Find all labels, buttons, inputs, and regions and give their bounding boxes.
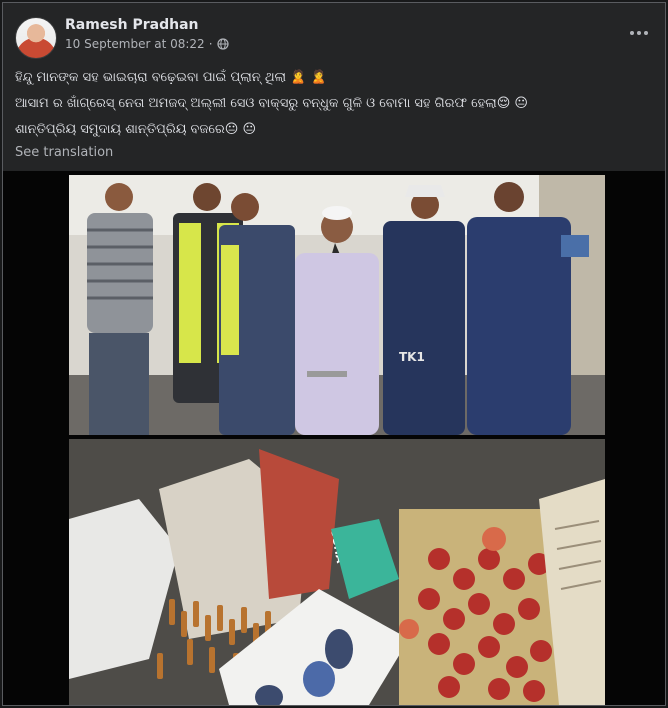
photo-seized-items[interactable]: OSHA xyxy=(69,439,605,705)
post-timestamp[interactable]: 10 September at 08:22 xyxy=(65,37,205,51)
caption-line: ଶାନ୍ତିପ୍ରିୟ ସମୁଦାୟ ଶାନ୍ତିପ୍ରିୟ ବଜରେ😐 😐 xyxy=(15,122,257,137)
caption-line: ଆସାମ ର ଖାଁଗ୍ରେସ୍ ନେତା ଅମଜଦ୍ ଅଲ୍ଲୀ ସେଓ ବା… xyxy=(15,96,528,111)
photo-arrest-group[interactable]: TK1 xyxy=(69,175,605,435)
post-card: Ramesh Pradhan 10 September at 08:22 · ହ… xyxy=(2,2,666,706)
caption-line: ହିନ୍ଦୁ ମାନଙ୍କ ସହ ଭାଇଚାରା ବଢ଼େଇବା ପାଇଁ ପ୍… xyxy=(15,70,327,85)
globe-icon[interactable] xyxy=(216,38,229,50)
see-translation-link[interactable]: See translation xyxy=(15,145,113,160)
post-media[interactable]: TK1 OSHA xyxy=(3,171,665,705)
post-meta: 10 September at 08:22 · xyxy=(65,37,229,51)
uniform-text: TK1 xyxy=(399,350,425,364)
more-options-icon[interactable] xyxy=(627,23,651,43)
author-name[interactable]: Ramesh Pradhan xyxy=(65,17,199,33)
post-caption: ହିନ୍ଦୁ ମାନଙ୍କ ସହ ଭାଇଚାରା ବଢ଼େଇବା ପାଇଁ ପ୍… xyxy=(15,65,655,143)
meta-separator: · xyxy=(208,37,213,51)
author-avatar[interactable] xyxy=(15,17,57,59)
